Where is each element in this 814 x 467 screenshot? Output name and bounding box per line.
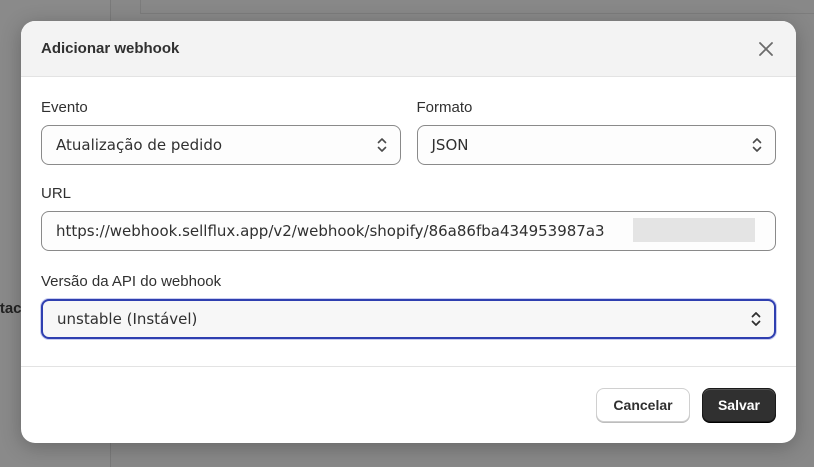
background-partial-text: rtac	[0, 300, 22, 317]
chevron-up-down-icon	[377, 138, 386, 152]
format-field: Formato JSON	[416, 99, 776, 165]
add-webhook-modal: Adicionar webhook Evento Atualização de …	[21, 21, 796, 443]
save-button[interactable]: Salvar	[702, 388, 776, 422]
format-select[interactable]: JSON	[416, 125, 776, 165]
modal-body: Evento Atualização de pedido Formato JSO…	[21, 77, 796, 339]
modal-title: Adicionar webhook	[41, 40, 180, 57]
background-topbar	[140, 0, 814, 14]
modal-header: Adicionar webhook	[21, 21, 796, 77]
close-icon	[759, 41, 773, 56]
api-version-select-value: unstable (Instável)	[57, 310, 198, 328]
chevron-up-down-icon	[751, 312, 761, 326]
close-button[interactable]	[754, 37, 778, 61]
url-field: URL https://webhook.sellflux.app/v2/webh…	[41, 185, 776, 251]
modal-footer: Cancelar Salvar	[21, 366, 796, 443]
api-version-label: Versão da API do webhook	[41, 273, 222, 290]
format-select-value: JSON	[431, 136, 469, 154]
url-label: URL	[41, 185, 72, 202]
redacted-block	[633, 218, 755, 242]
chevron-up-down-icon	[752, 138, 762, 152]
event-select[interactable]: Atualização de pedido	[41, 125, 401, 165]
api-version-field: Versão da API do webhook unstable (Instá…	[41, 273, 776, 339]
api-version-select[interactable]: unstable (Instável)	[41, 299, 776, 339]
event-label: Evento	[41, 99, 88, 116]
event-field: Evento Atualização de pedido	[41, 99, 401, 165]
url-input[interactable]: https://webhook.sellflux.app/v2/webhook/…	[41, 211, 776, 251]
cancel-button[interactable]: Cancelar	[596, 388, 690, 422]
url-input-value: https://webhook.sellflux.app/v2/webhook/…	[56, 222, 605, 240]
event-select-value: Atualização de pedido	[56, 136, 223, 154]
format-label: Formato	[416, 99, 473, 116]
